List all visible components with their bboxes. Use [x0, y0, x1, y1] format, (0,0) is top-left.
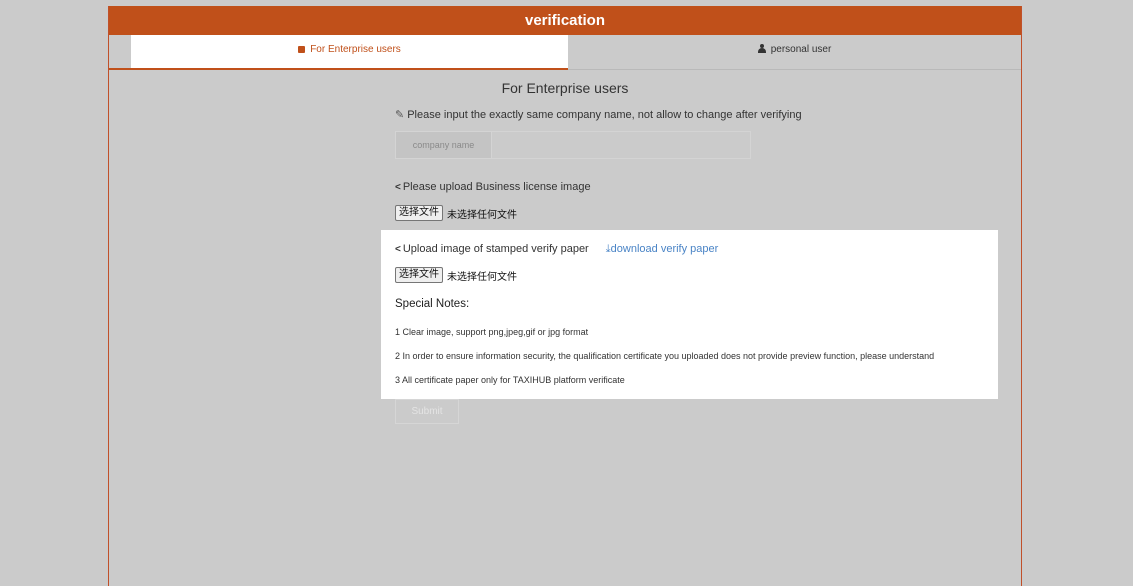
pencil-icon: ✎ [395, 109, 405, 121]
note-item: 2 In order to ensure information securit… [395, 351, 935, 361]
license-no-file-text: 未选择任何文件 [447, 209, 517, 221]
verification-panel: verification For Enterprise users person… [108, 6, 1022, 586]
company-hint: ✎ Please input the exactly same company n… [395, 108, 802, 121]
stamp-upload-panel: < Upload image of stamped verify paper ⤓d… [381, 230, 998, 399]
share-icon: < [395, 244, 401, 255]
company-name-input[interactable] [492, 132, 750, 158]
share-icon: < [395, 182, 401, 193]
tab-personal-label: personal user [770, 44, 832, 55]
page-title: verification [109, 6, 1021, 35]
submit-button[interactable]: Submit [395, 399, 459, 424]
company-hint-text: Please input the exactly same company na… [407, 109, 802, 121]
license-choose-file-button[interactable]: 选择文件 [395, 205, 443, 221]
stamp-label: < Upload image of stamped verify paper ⤓d… [395, 243, 718, 256]
license-label: < Please upload Business license image [395, 181, 591, 193]
person-icon [757, 44, 766, 53]
note-item: 1 Clear image, support png,jpeg,gif or j… [395, 327, 589, 337]
special-notes-title: Special Notes: [395, 298, 470, 310]
building-icon [298, 46, 306, 53]
user-type-tabs: For Enterprise users personal user [109, 35, 1021, 70]
stamp-no-file-text: 未选择任何文件 [447, 271, 517, 283]
form-heading: For Enterprise users [501, 80, 629, 96]
license-file-input: 选择文件 未选择任何文件 [395, 205, 517, 221]
active-tab-underline [131, 68, 568, 70]
company-name-group: company name [395, 131, 751, 159]
stamp-label-text: Upload image of stamped verify paper [402, 243, 589, 255]
tab-enterprise-label: For Enterprise users [310, 44, 401, 55]
download-verify-paper-link[interactable]: ⤓download verify paper [606, 243, 719, 255]
company-name-label: company name [396, 132, 492, 158]
tab-enterprise-users[interactable]: For Enterprise users [109, 35, 568, 70]
stamp-choose-file-button[interactable]: 选择文件 [395, 267, 443, 283]
download-link-text: download verify paper [610, 243, 719, 255]
stamp-file-input: 选择文件 未选择任何文件 [395, 267, 517, 283]
note-item: 3 All certificate paper only for TAXIHUB… [395, 375, 625, 385]
license-label-text: Please upload Business license image [402, 181, 591, 193]
tab-personal-user[interactable]: personal user [568, 35, 1021, 69]
